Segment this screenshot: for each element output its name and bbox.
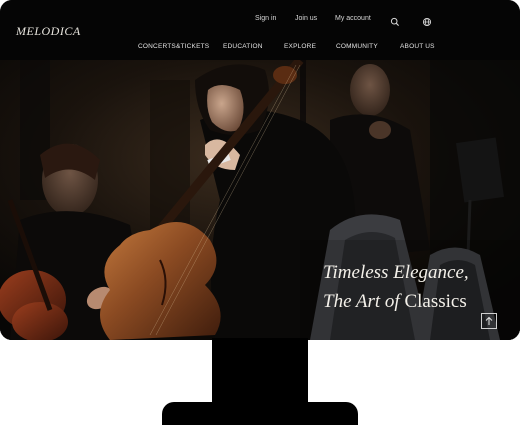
desktop-mockup: MELODICA Sign in Join us My account CONC… — [0, 0, 520, 425]
arrow-up-icon — [485, 316, 493, 325]
headline-line-1: Timeless Elegance, — [323, 262, 469, 283]
my-account-link[interactable]: My account — [335, 13, 371, 25]
globe-icon[interactable] — [422, 14, 432, 27]
monitor-screen: MELODICA Sign in Join us My account CONC… — [0, 0, 520, 340]
monitor-stand-neck — [212, 338, 308, 408]
headline-line-2: The Art of Classics — [323, 287, 469, 316]
utility-nav: Sign in Join us My account — [0, 13, 520, 27]
nav-about-us[interactable]: ABOUT US — [400, 41, 435, 53]
site-header: MELODICA Sign in Join us My account CONC… — [0, 0, 520, 60]
hero-headline: Timeless Elegance, The Art of Classics — [323, 258, 469, 316]
hero-banner: Timeless Elegance, The Art of Classics — [0, 60, 520, 340]
search-icon[interactable] — [390, 14, 400, 26]
sign-in-link[interactable]: Sign in — [255, 13, 276, 25]
join-us-link[interactable]: Join us — [295, 13, 317, 25]
nav-education[interactable]: EDUCATION — [223, 41, 263, 53]
nav-community[interactable]: COMMUNITY — [336, 41, 378, 53]
nav-concerts-tickets[interactable]: CONCERTS&TICKETS — [138, 41, 209, 53]
monitor-stand-base — [162, 402, 358, 425]
headline-line-2-prefix: The Art of — [323, 291, 400, 312]
main-nav: CONCERTS&TICKETS EDUCATION EXPLORE COMMU… — [0, 41, 520, 53]
nav-explore[interactable]: EXPLORE — [284, 41, 316, 53]
scroll-to-top-button[interactable] — [481, 313, 497, 329]
headline-line-2-emphasis: Classics — [404, 291, 467, 312]
